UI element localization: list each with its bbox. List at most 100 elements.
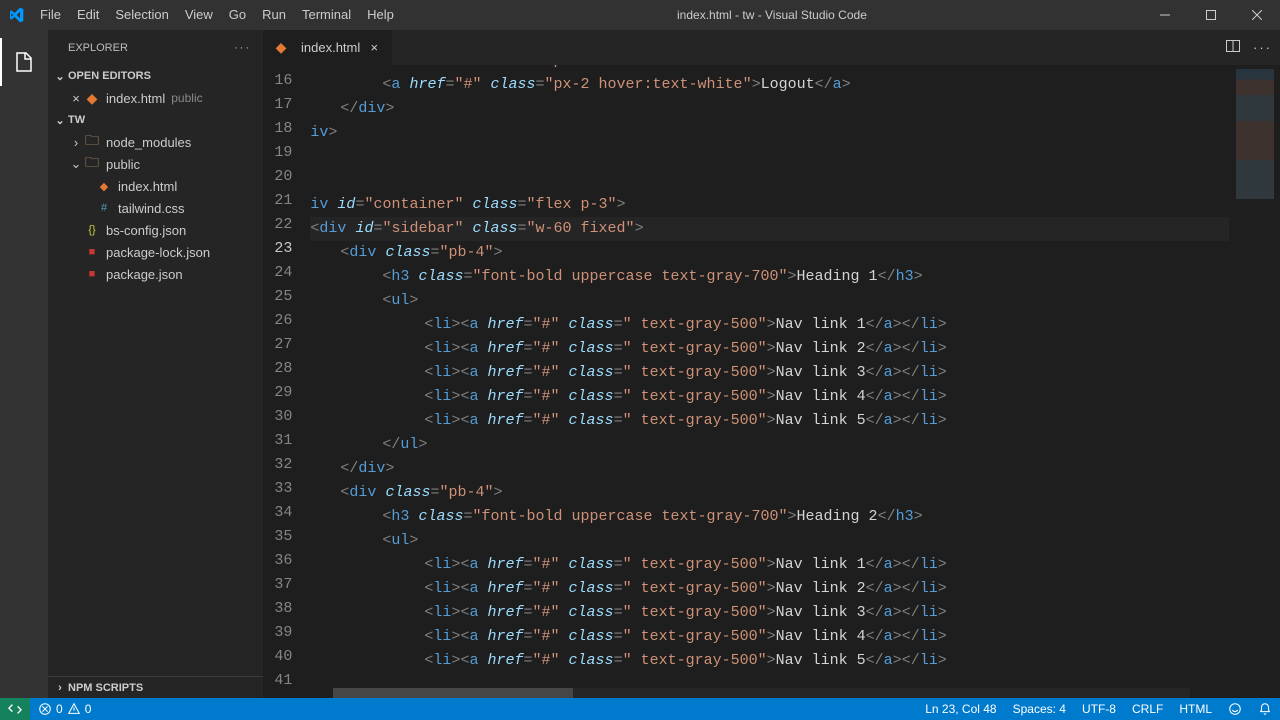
code-line[interactable]: <div id="sidebar" class="w-60 fixed">	[310, 217, 1228, 241]
code-line[interactable]: <li><a href="#" class=" text-gray-500">N…	[310, 385, 1228, 409]
vscode-logo-icon	[8, 7, 24, 23]
folder-item[interactable]: ⌄🗀 public	[48, 153, 263, 175]
menu-go[interactable]: Go	[221, 0, 254, 30]
open-editors-header[interactable]: ⌄ OPEN EDITORS	[48, 65, 263, 87]
status-language[interactable]: HTML	[1171, 698, 1220, 720]
npm-scripts-header[interactable]: › NPM SCRIPTS	[48, 676, 263, 698]
window-title: index.html - tw - Visual Studio Code	[402, 8, 1142, 22]
code-line[interactable]: <div class="pb-4">	[310, 481, 1228, 505]
folder-icon: 🗀	[84, 156, 100, 172]
menu-help[interactable]: Help	[359, 0, 402, 30]
file-item[interactable]: ◆ index.html	[48, 175, 263, 197]
code-line[interactable]: <li><a href="#" class=" text-gray-500">N…	[310, 577, 1228, 601]
code-line[interactable]: </ul>	[310, 433, 1228, 457]
menu-edit[interactable]: Edit	[69, 0, 107, 30]
code-line[interactable]: <li><a href="#" class=" text-gray-500">N…	[310, 625, 1228, 649]
code-line[interactable]	[310, 145, 1228, 169]
open-editor-name: index.html	[106, 91, 165, 106]
html-file-icon: ◆	[273, 40, 289, 56]
code-line[interactable]: <li><a href="#" class=" text-gray-500">N…	[310, 601, 1228, 625]
code-editor[interactable]: 1617181920212223242526272829303132333435…	[263, 65, 1280, 698]
code-line[interactable]: <li><a href="#" class=" text-gray-500">N…	[310, 649, 1228, 673]
code-line[interactable]: </div>	[310, 457, 1228, 481]
tree-item-label: public	[106, 157, 263, 172]
file-item[interactable]: ■ package-lock.json	[48, 241, 263, 263]
code-line[interactable]: <li><a href="#" class=" text-gray-500">N…	[310, 313, 1228, 337]
sidebar: EXPLORER ··· ⌄ OPEN EDITORS × ◆ index.ht…	[48, 30, 263, 698]
code-line[interactable]: <h3 class="font-bold uppercase text-gray…	[310, 265, 1228, 289]
chevron-down-icon: ⌄	[68, 156, 84, 172]
html-file-icon: ◆	[96, 178, 112, 194]
tab-index-html[interactable]: ◆ index.html ×	[263, 30, 393, 65]
menu-view[interactable]: View	[177, 0, 221, 30]
status-notifications-icon[interactable]	[1250, 698, 1280, 720]
line-numbers: 1617181920212223242526272829303132333435…	[263, 65, 310, 698]
code-line[interactable]: </div>	[310, 97, 1228, 121]
menu-terminal[interactable]: Terminal	[294, 0, 359, 30]
code-line[interactable]: iv>	[310, 121, 1228, 145]
html-file-icon: ◆	[84, 90, 100, 106]
file-item[interactable]: ■ package.json	[48, 263, 263, 285]
horizontal-scrollbar[interactable]	[333, 688, 1190, 698]
window-minimize-button[interactable]	[1142, 0, 1188, 30]
editor-more-icon[interactable]: ···	[1253, 40, 1272, 55]
folder-icon: 🗀	[84, 134, 100, 150]
chevron-right-icon: ›	[52, 682, 68, 694]
code-line[interactable]: <li><a href="#" class=" text-gray-500">N…	[310, 409, 1228, 433]
tree-item-label: package-lock.json	[106, 245, 263, 260]
split-editor-icon[interactable]	[1225, 38, 1241, 57]
titlebar: FileEditSelectionViewGoRunTerminalHelp i…	[0, 0, 1280, 30]
code-line[interactable]: <li><a href="#" class=" text-gray-500">N…	[310, 553, 1228, 577]
code-line[interactable]: <ul>	[310, 289, 1228, 313]
tree-item-label: package.json	[106, 267, 263, 282]
code-line[interactable]: iv id="container" class="flex p-3">	[310, 193, 1228, 217]
tree-item-label: bs-config.json	[106, 223, 263, 238]
editor-area: ◆ index.html × ··· 161718192021222324252…	[263, 30, 1280, 698]
status-indentation[interactable]: Spaces: 4	[1005, 698, 1074, 720]
code-line[interactable]: <div class="pb-4">	[310, 241, 1228, 265]
npm-file-icon: ■	[84, 244, 100, 260]
tree-item-label: tailwind.css	[118, 201, 263, 216]
code-line[interactable]: <a href="#" class="px-2 hover:text-white…	[310, 65, 1228, 73]
css-file-icon: #	[96, 200, 112, 216]
tab-close-button[interactable]: ×	[366, 40, 382, 56]
status-remote-button[interactable]	[0, 698, 30, 720]
tree-item-label: index.html	[118, 179, 263, 194]
open-editor-item[interactable]: × ◆ index.html public	[48, 87, 263, 109]
code-line[interactable]: <ul>	[310, 529, 1228, 553]
code-line[interactable]	[310, 169, 1228, 193]
menubar: FileEditSelectionViewGoRunTerminalHelp	[32, 0, 402, 30]
status-problems[interactable]: 0 0	[30, 698, 99, 720]
code-content[interactable]: <a href="#" class="px-2 font-semibold ho…	[310, 65, 1228, 698]
menu-run[interactable]: Run	[254, 0, 294, 30]
status-eol[interactable]: CRLF	[1124, 698, 1171, 720]
code-line[interactable]: <li><a href="#" class=" text-gray-500">N…	[310, 337, 1228, 361]
close-editor-icon[interactable]: ×	[68, 91, 84, 106]
code-line[interactable]: <li><a href="#" class=" text-gray-500">N…	[310, 361, 1228, 385]
chevron-right-icon: ›	[68, 135, 84, 150]
scrollbar-thumb[interactable]	[333, 688, 573, 698]
file-item[interactable]: # tailwind.css	[48, 197, 263, 219]
npm-file-icon: ■	[84, 266, 100, 282]
activity-explorer-icon[interactable]	[0, 38, 48, 86]
status-cursor-position[interactable]: Ln 23, Col 48	[917, 698, 1004, 720]
folder-item[interactable]: ›🗀 node_modules	[48, 131, 263, 153]
minimap[interactable]	[1229, 65, 1280, 698]
workspace-header[interactable]: ⌄ TW	[48, 109, 263, 131]
code-line[interactable]: <h3 class="font-bold uppercase text-gray…	[310, 505, 1228, 529]
status-feedback-icon[interactable]	[1220, 698, 1250, 720]
file-tree: ›🗀 node_modules ⌄🗀 public ◆ index.html # tailwi…	[48, 131, 263, 676]
window-close-button[interactable]	[1234, 0, 1280, 30]
window-maximize-button[interactable]	[1188, 0, 1234, 30]
tab-label: index.html	[301, 40, 360, 55]
json-file-icon: {}	[84, 222, 100, 238]
open-editor-folder: public	[171, 91, 202, 105]
menu-selection[interactable]: Selection	[107, 0, 176, 30]
status-encoding[interactable]: UTF-8	[1074, 698, 1124, 720]
code-line[interactable]: <a href="#" class="px-2 hover:text-white…	[310, 73, 1228, 97]
sidebar-title: EXPLORER	[68, 42, 128, 54]
sidebar-more-icon[interactable]: ···	[234, 42, 251, 54]
menu-file[interactable]: File	[32, 0, 69, 30]
file-item[interactable]: {} bs-config.json	[48, 219, 263, 241]
tree-item-label: node_modules	[106, 135, 263, 150]
